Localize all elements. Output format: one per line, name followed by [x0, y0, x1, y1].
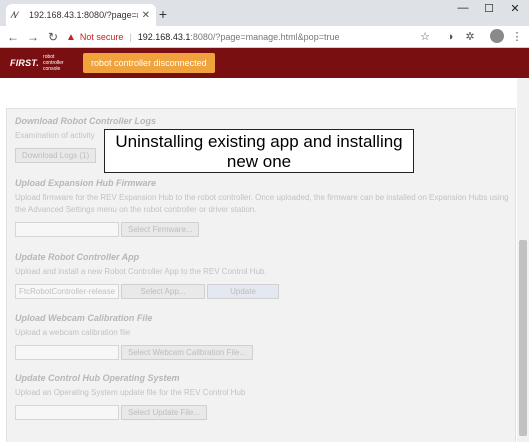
browser-tab[interactable]: ⁄\⁄ 192.168.43.1:8080/?page=manag ✕: [6, 4, 156, 26]
webcam-file-field[interactable]: [15, 345, 119, 360]
app-header: FIRST. robot controller console robot co…: [0, 48, 529, 78]
section-desc: Upload an Operating System update file f…: [15, 388, 246, 397]
close-tab-icon[interactable]: ✕: [142, 10, 150, 21]
section-title: Update Control Hub Operating System: [15, 373, 180, 383]
os-file-field[interactable]: [15, 405, 119, 420]
section-upload-firmware: Upload Expansion Hub Firmware Upload fir…: [15, 178, 515, 237]
bookmark-star-icon[interactable]: ☆: [418, 29, 432, 45]
divider: |: [129, 32, 132, 42]
section-update-os: Update Control Hub Operating System Uplo…: [15, 373, 515, 420]
update-button[interactable]: Update: [207, 284, 279, 299]
section-title: Upload Webcam Calibration File: [15, 313, 153, 323]
close-window-icon[interactable]: ✕: [507, 2, 523, 15]
minimize-icon[interactable]: —: [455, 2, 471, 14]
reload-icon[interactable]: ↻: [46, 29, 60, 45]
browser-toolbar: ← → ↻ ▲ Not secure | 192.168.43.1:8080/?…: [0, 26, 529, 48]
security-label: Not secure: [79, 32, 124, 42]
menu-icon[interactable]: ⋮: [510, 29, 524, 45]
firmware-file-field[interactable]: [15, 222, 119, 237]
favicon-icon: ⁄\⁄: [12, 10, 18, 20]
address-bar[interactable]: ▲ Not secure | 192.168.43.1:8080/?page=m…: [66, 29, 436, 45]
section-webcam-calibration: Upload Webcam Calibration File Upload a …: [15, 313, 515, 360]
first-logo: FIRST.: [10, 58, 40, 68]
select-app-button[interactable]: Select App...: [121, 284, 205, 299]
section-title: Download Robot Controller Logs: [15, 116, 156, 126]
status-button[interactable]: robot controller disconnected: [83, 53, 215, 73]
back-icon[interactable]: ←: [6, 29, 20, 45]
avatar[interactable]: [490, 29, 504, 43]
forward-icon[interactable]: →: [26, 29, 40, 45]
section-title: Upload Expansion Hub Firmware: [15, 178, 157, 188]
url-path: :8080/?page=manage.html&pop=true: [190, 32, 340, 42]
section-update-app: Update Robot Controller App Upload and i…: [15, 252, 515, 299]
tab-title: 192.168.43.1:8080/?page=manag: [29, 10, 138, 20]
download-logs-button[interactable]: Download Logs (1): [15, 148, 97, 163]
browser-titlebar: ⁄\⁄ 192.168.43.1:8080/?page=manag ✕ + — …: [0, 0, 529, 26]
section-desc: Upload and install a new Robot Controlle…: [15, 267, 267, 276]
select-update-file-button[interactable]: Select Update File...: [121, 405, 208, 420]
extension-icon[interactable]: ◑: [443, 29, 457, 45]
logo-subtitle: robot controller console: [43, 54, 64, 72]
url-host: 192.168.43.1: [137, 32, 191, 42]
select-firmware-button[interactable]: Select Firmware...: [121, 222, 200, 237]
app-file-field[interactable]: FtcRobotController-release: [15, 284, 119, 299]
section-desc: Upload firmware for the REV Expansion Hu…: [15, 193, 509, 214]
scrollbar-thumb[interactable]: [519, 240, 527, 436]
warning-icon: ▲: [66, 31, 76, 43]
settings-gear-icon[interactable]: ✲: [463, 29, 477, 45]
maximize-icon[interactable]: ☐: [481, 2, 497, 15]
section-desc: Upload a webcam calibration file: [15, 328, 131, 337]
new-tab-button[interactable]: +: [156, 5, 170, 23]
select-webcam-file-button[interactable]: Select Webcam Calibration File...: [121, 345, 254, 360]
progress-overlay: Uninstalling existing app and installing…: [104, 129, 414, 173]
section-title: Update Robot Controller App: [15, 252, 140, 262]
